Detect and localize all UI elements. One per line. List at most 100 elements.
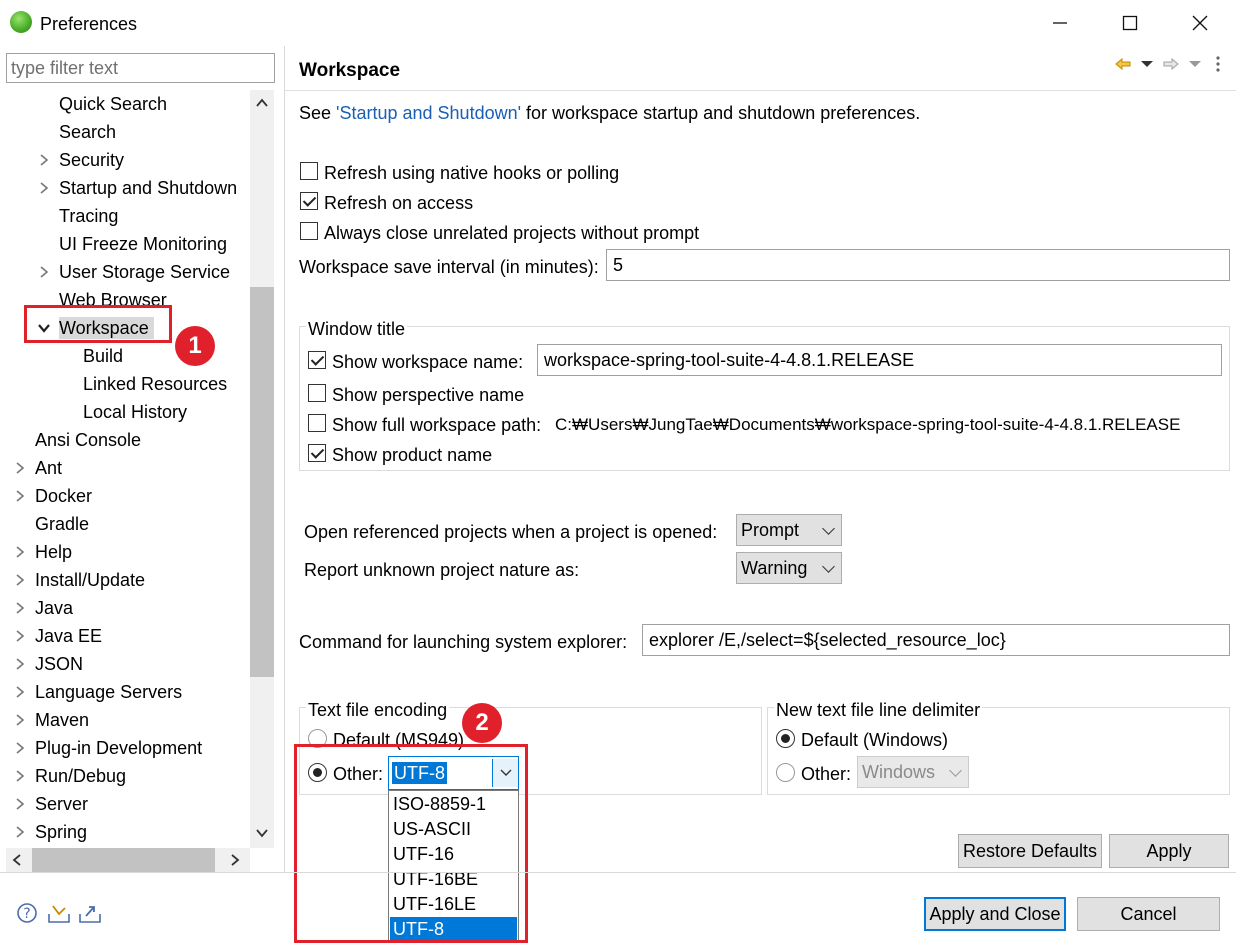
show-perspective-label: Show perspective name: [332, 385, 525, 405]
tree-item-label: Ant: [35, 458, 63, 478]
chevron-right-icon[interactable]: [37, 181, 51, 195]
tree-item-server[interactable]: Server: [0, 790, 250, 818]
tree-scroll-thumb[interactable]: [250, 287, 274, 677]
tree-item-label: Ansi Console: [35, 430, 142, 450]
tree-item-security[interactable]: Security: [0, 146, 250, 174]
tree-item-run-debug[interactable]: Run/Debug: [0, 762, 250, 790]
tree-item-help[interactable]: Help: [0, 538, 250, 566]
title-separator: [285, 90, 1236, 91]
explorer-command-input[interactable]: explorer /E,/select=${selected_resource_…: [642, 624, 1230, 656]
tree-item-label: Build: [83, 346, 124, 366]
chevron-right-icon[interactable]: [13, 741, 27, 755]
tree-item-startup-and-shutdown[interactable]: Startup and Shutdown: [0, 174, 250, 202]
import-icon[interactable]: [47, 902, 71, 924]
export-icon[interactable]: [78, 902, 102, 924]
chevron-down-icon: [822, 560, 835, 573]
intro-text: See 'Startup and Shutdown' for workspace…: [299, 102, 920, 124]
tree-item-spring[interactable]: Spring: [0, 818, 250, 846]
chevron-right-icon[interactable]: [13, 489, 27, 503]
startup-shutdown-link[interactable]: 'Startup and Shutdown': [336, 103, 521, 123]
scroll-left-icon[interactable]: [10, 853, 24, 867]
scroll-right-icon[interactable]: [228, 853, 242, 867]
show-workspace-name-checkbox[interactable]: [308, 351, 326, 369]
forward-arrow-icon[interactable]: [1162, 55, 1180, 73]
cancel-button[interactable]: Cancel: [1077, 897, 1220, 931]
tree-item-plug-in-development[interactable]: Plug-in Development: [0, 734, 250, 762]
refresh-native-checkbox[interactable]: [300, 162, 318, 180]
apply-button[interactable]: Apply: [1109, 834, 1229, 868]
tree-item-local-history[interactable]: Local History: [0, 398, 250, 426]
forward-menu-chevron-icon[interactable]: [1186, 55, 1204, 73]
delimiter-default-label: Default (Windows): [801, 730, 949, 750]
maximize-button[interactable]: [1095, 0, 1165, 46]
chevron-right-icon[interactable]: [37, 265, 51, 279]
close-icon: [1192, 15, 1208, 31]
tree-item-tracing[interactable]: Tracing: [0, 202, 250, 230]
chevron-right-icon[interactable]: [13, 657, 27, 671]
tree-item-label: Startup and Shutdown: [59, 178, 238, 198]
show-full-path-checkbox[interactable]: [308, 414, 326, 432]
tree-hscroll-thumb[interactable]: [32, 848, 215, 872]
show-product-name-checkbox[interactable]: [308, 444, 326, 462]
delimiter-other-radio[interactable]: [776, 763, 795, 782]
intro-suffix: for workspace startup and shutdown prefe…: [521, 103, 921, 123]
restore-defaults-button[interactable]: Restore Defaults: [958, 834, 1102, 868]
minimize-button[interactable]: [1025, 0, 1095, 46]
chevron-right-icon[interactable]: [13, 797, 27, 811]
scroll-down-icon[interactable]: [255, 826, 269, 840]
tree-item-label: Help: [35, 542, 73, 562]
tree-item-java[interactable]: Java: [0, 594, 250, 622]
tree-item-label: User Storage Service: [59, 262, 231, 282]
tree-item-search[interactable]: Search: [0, 118, 250, 146]
tree-item-json[interactable]: JSON: [0, 650, 250, 678]
tree-item-label: Spring: [35, 822, 88, 842]
tree-item-ant[interactable]: Ant: [0, 454, 250, 482]
chevron-right-icon[interactable]: [13, 769, 27, 783]
tree-item-label: Language Servers: [35, 682, 183, 702]
tree-item-docker[interactable]: Docker: [0, 482, 250, 510]
chevron-right-icon[interactable]: [13, 545, 27, 559]
tree-item-label: UI Freeze Monitoring: [59, 234, 228, 254]
delimiter-combo[interactable]: Windows: [857, 756, 969, 788]
sash-divider[interactable]: [284, 46, 285, 872]
refresh-on-access-checkbox[interactable]: [300, 192, 318, 210]
tree-item-language-servers[interactable]: Language Servers: [0, 678, 250, 706]
tree-item-ansi-console[interactable]: Ansi Console: [0, 426, 250, 454]
tree-item-user-storage-service[interactable]: User Storage Service: [0, 258, 250, 286]
tree-item-ui-freeze-monitoring[interactable]: UI Freeze Monitoring: [0, 230, 250, 258]
back-menu-chevron-icon[interactable]: [1138, 55, 1156, 73]
refresh-on-access-label: Refresh on access: [324, 193, 474, 213]
workspace-name-input[interactable]: workspace-spring-tool-suite-4-4.8.1.RELE…: [537, 344, 1222, 376]
filter-input[interactable]: [6, 53, 275, 83]
apply-and-close-button[interactable]: Apply and Close: [924, 897, 1066, 931]
chevron-right-icon[interactable]: [13, 601, 27, 615]
tree-item-label: Security: [59, 150, 125, 170]
open-referenced-combo[interactable]: Prompt: [736, 514, 842, 546]
chevron-right-icon[interactable]: [13, 461, 27, 475]
tree-item-linked-resources[interactable]: Linked Resources: [0, 370, 250, 398]
always-close-checkbox[interactable]: [300, 222, 318, 240]
tree-item-label: Java: [35, 598, 74, 618]
scroll-up-icon[interactable]: [255, 96, 269, 110]
chevron-right-icon[interactable]: [13, 685, 27, 699]
report-unknown-combo[interactable]: Warning: [736, 552, 842, 584]
back-arrow-icon[interactable]: [1114, 55, 1132, 73]
delimiter-default-radio[interactable]: [776, 729, 795, 748]
view-menu-icon[interactable]: [1210, 55, 1228, 73]
tree-item-install-update[interactable]: Install/Update: [0, 566, 250, 594]
chevron-right-icon[interactable]: [13, 573, 27, 587]
help-icon[interactable]: ?: [16, 902, 38, 924]
intro-prefix: See: [299, 103, 337, 123]
chevron-right-icon[interactable]: [13, 825, 27, 839]
chevron-right-icon[interactable]: [37, 153, 51, 167]
chevron-right-icon[interactable]: [13, 629, 27, 643]
tree-item-quick-search[interactable]: Quick Search: [0, 90, 250, 118]
chevron-right-icon[interactable]: [13, 713, 27, 727]
save-interval-input[interactable]: 5: [606, 249, 1230, 281]
show-perspective-checkbox[interactable]: [308, 384, 326, 402]
close-button[interactable]: [1165, 0, 1235, 46]
tree-item-gradle[interactable]: Gradle: [0, 510, 250, 538]
delimiter-other-label: Other:: [801, 764, 852, 784]
tree-item-maven[interactable]: Maven: [0, 706, 250, 734]
tree-item-java-ee[interactable]: Java EE: [0, 622, 250, 650]
